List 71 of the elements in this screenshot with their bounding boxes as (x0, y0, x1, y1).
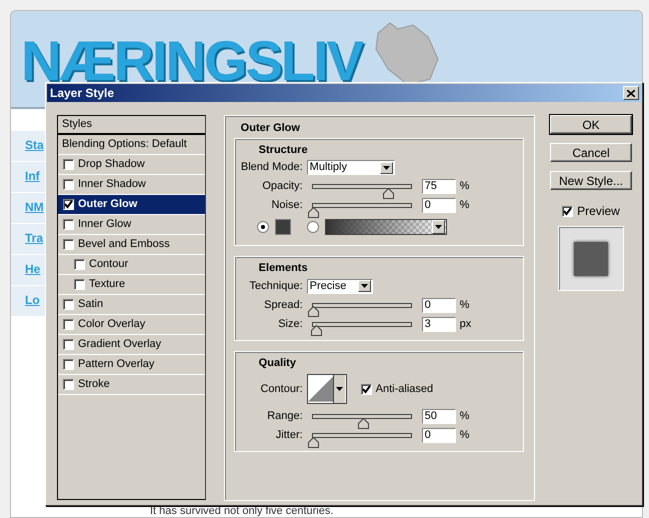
number-field[interactable]: 50 (422, 409, 456, 424)
style-list-item[interactable]: Color Overlay (58, 315, 205, 335)
checkbox[interactable] (63, 159, 74, 170)
contour-curve-icon (308, 375, 333, 403)
color-swatch[interactable] (274, 219, 291, 235)
panel-title: Outer Glow (240, 121, 301, 136)
field-label: Jitter: (274, 428, 303, 444)
dropdown-arrow-icon (360, 284, 368, 288)
checkbox[interactable] (63, 379, 74, 390)
dialog-button[interactable]: New Style... (550, 171, 632, 190)
style-list-item[interactable]: Bevel and Emboss (58, 235, 205, 255)
unit-label: % (460, 179, 470, 194)
style-list-item[interactable]: Contour (58, 255, 205, 275)
dropdown-arrow-icon (434, 225, 442, 229)
checkbox[interactable] (63, 179, 74, 190)
field-label: Contour: (259, 382, 303, 397)
field-label: Technique: (248, 278, 303, 294)
number-field[interactable]: 75 (422, 179, 456, 194)
slider-thumb[interactable] (308, 304, 319, 314)
checkbox[interactable] (74, 279, 85, 290)
contour-picker[interactable] (306, 374, 347, 404)
checkbox-label: Preview (577, 203, 620, 220)
list-header: Styles (62, 117, 92, 132)
style-list-item[interactable]: Stroke (58, 375, 205, 395)
radio-button[interactable] (306, 221, 319, 233)
field-label: Range: (266, 409, 303, 424)
checkbox[interactable] (562, 206, 574, 216)
field-label: Noise: (270, 198, 303, 214)
close-icon (627, 90, 635, 96)
technique-dropdown[interactable]: Precise (306, 278, 373, 294)
checkbox[interactable] (360, 384, 372, 394)
field-label: Size: (277, 316, 303, 332)
style-list-item[interactable]: Drop Shadow (58, 155, 205, 175)
unit-label: % (460, 198, 470, 214)
preview-square (574, 242, 608, 276)
radio-button[interactable] (256, 221, 269, 233)
unit-label: % (460, 409, 470, 424)
gradient-picker[interactable] (324, 219, 447, 235)
unit-label: px (460, 316, 472, 332)
style-list-item[interactable]: Inner Glow (58, 215, 205, 235)
style-list-item[interactable]: Gradient Overlay (58, 335, 205, 355)
blending-options-item[interactable]: Blending Options: Default (58, 135, 205, 155)
checkbox[interactable] (63, 299, 74, 310)
checkbox[interactable] (74, 259, 85, 270)
checkbox[interactable] (63, 319, 74, 330)
checkbox-label: Anti-aliased (376, 382, 434, 397)
dropdown-arrow-icon (336, 387, 343, 391)
number-field[interactable]: 0 (422, 298, 456, 312)
number-field[interactable]: 0 (422, 428, 456, 443)
checkbox[interactable] (63, 239, 74, 250)
style-list-item[interactable]: Outer Glow (58, 195, 205, 215)
checkbox[interactable] (63, 339, 74, 350)
unit-label: % (460, 428, 470, 444)
number-field[interactable]: 0 (422, 198, 456, 213)
checkbox[interactable] (63, 359, 74, 370)
style-list-item[interactable]: Pattern Overlay (58, 355, 205, 375)
close-button[interactable] (623, 86, 639, 100)
checkbox[interactable] (63, 199, 74, 210)
field-label: Spread: (263, 298, 303, 313)
dialog-button[interactable]: OK (550, 115, 632, 134)
blend-mode-dropdown[interactable]: Multiply (306, 160, 395, 175)
slider-thumb[interactable] (310, 322, 322, 334)
style-list-item[interactable]: Texture (58, 275, 205, 295)
field-label: Blend Mode: (240, 160, 303, 176)
unit-label: % (460, 298, 470, 313)
dropdown-arrow-icon (382, 166, 390, 170)
checkbox[interactable] (63, 219, 74, 230)
field-label: Opacity: (261, 179, 303, 194)
number-field[interactable]: 3 (422, 316, 456, 332)
dialog-button[interactable]: Cancel (550, 143, 632, 162)
style-list-item[interactable]: Satin (58, 295, 205, 315)
